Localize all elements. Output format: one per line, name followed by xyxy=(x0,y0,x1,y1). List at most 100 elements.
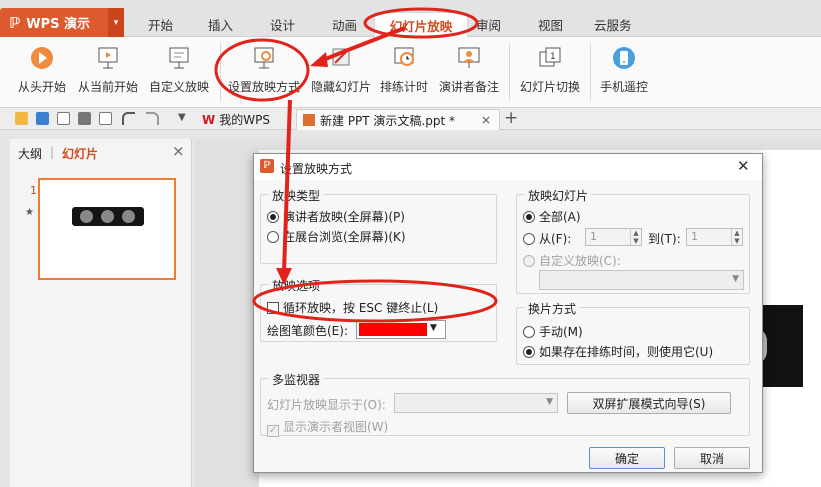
undo-icon[interactable] xyxy=(122,112,135,125)
radio-presenter-mode[interactable]: 演讲者放映(全屏幕)(P) xyxy=(267,208,405,225)
tab-review[interactable]: 审阅 xyxy=(476,15,501,34)
close-pane-icon[interactable]: × xyxy=(172,142,185,160)
custom-show-icon xyxy=(169,47,189,69)
transition-icon: 1 xyxy=(539,47,561,67)
thumbnail-shape xyxy=(72,207,144,226)
tab-cloud[interactable]: 云服务 xyxy=(594,15,632,34)
pen-color-picker[interactable]: ▼ xyxy=(356,320,446,339)
monitor-select[interactable]: ▼ xyxy=(394,393,558,413)
phone-remote-label: 手机遥控 xyxy=(600,80,649,94)
radio-slide-range-indicator xyxy=(523,233,535,245)
radio-use-timings-indicator xyxy=(523,346,535,358)
from-label: 从(F): xyxy=(539,232,572,246)
radio-all-slides-indicator xyxy=(523,211,535,223)
presenter-view-label: 显示演示者视图(W) xyxy=(283,420,389,434)
play-icon xyxy=(31,47,53,69)
radio-kiosk-mode-indicator xyxy=(267,231,279,243)
speaker-notes-button[interactable]: 演讲者备注 xyxy=(439,44,499,95)
pen-color-chevron-down-icon: ▼ xyxy=(430,323,437,333)
thumbnail-dot xyxy=(122,210,135,223)
open-icon[interactable] xyxy=(15,112,28,125)
slide-navigation-pane: 大纲 | 幻灯片 × 1 ★ xyxy=(10,139,192,487)
custom-show-button[interactable]: 自定义放映 xyxy=(149,44,209,95)
loop-checkbox-box xyxy=(267,302,279,314)
multi-monitor-group: 多监视器 幻灯片放映显示于(O): ▼ 双屏扩展模式向导(S) ✓ 显示演示者视图… xyxy=(260,371,750,437)
pen-color-label: 绘图笔颜色(E): xyxy=(267,324,348,338)
show-options-group: 放映选项 循环放映，按 ESC 键终止(L) 绘图笔颜色(E): ▼ xyxy=(260,277,497,342)
presentation-play-icon xyxy=(98,47,118,69)
radio-custom-show[interactable]: 自定义放映(C): xyxy=(523,252,621,269)
multi-monitor-title: 多监视器 xyxy=(269,371,324,388)
tab-slideshow[interactable]: 幻灯片放映 xyxy=(374,12,468,37)
hide-slide-icon xyxy=(332,48,350,66)
presenter-mode-label: 演讲者放映(全屏幕)(P) xyxy=(283,210,405,224)
radio-slide-range[interactable]: 从(F): xyxy=(523,230,571,247)
custom-show-select[interactable]: ▼ xyxy=(539,270,744,290)
monitor-select-chevron-down-icon: ▼ xyxy=(546,397,553,407)
radio-custom-show-indicator xyxy=(523,255,535,267)
show-slides-group: 放映幻灯片 全部(A) 从(F): 1 ▲ ▼ 到(T): 1 ▲ ▼ 自定义放映(C)… xyxy=(516,187,750,294)
from-current-button[interactable]: 从当前开始 xyxy=(78,44,138,95)
dual-screen-wizard-button[interactable]: 双屏扩展模式向导(S) xyxy=(567,392,731,414)
tab-insert[interactable]: 插入 xyxy=(208,15,233,34)
custom-show-label: 自定义放映 xyxy=(149,80,210,94)
radio-manual-advance[interactable]: 手动(M) xyxy=(523,323,583,340)
dialog-app-icon: ℙ xyxy=(260,159,274,173)
ppt-file-icon xyxy=(303,114,315,126)
tab-outline[interactable]: 大纲 xyxy=(18,145,42,162)
app-menu-chevron-icon[interactable]: ▾ xyxy=(108,8,124,37)
rehearse-timing-label: 排练计时 xyxy=(380,80,429,94)
tab-design[interactable]: 设计 xyxy=(270,15,295,34)
ok-button[interactable]: 确定 xyxy=(589,447,665,469)
doc-tab-presentation[interactable]: 新建 PPT 演示文稿.ppt * × xyxy=(296,109,500,130)
doc-tab-my-wps[interactable]: W 我的WPS xyxy=(196,109,276,130)
tab-slides[interactable]: 幻灯片 xyxy=(62,145,98,162)
presenter-view-checkbox-box: ✓ xyxy=(267,425,279,437)
checkbox-presenter-view[interactable]: ✓ 显示演示者视图(W) xyxy=(267,418,388,437)
speaker-notes-label: 演讲者备注 xyxy=(439,80,500,94)
print-preview-icon[interactable] xyxy=(99,112,112,125)
radio-all-slides[interactable]: 全部(A) xyxy=(523,208,581,225)
custom-show-chevron-down-icon: ▼ xyxy=(732,274,739,284)
close-doc-tab-icon[interactable]: × xyxy=(481,113,491,127)
from-spinner-arrows-icon[interactable]: ▲ ▼ xyxy=(630,229,641,245)
wps-app-button[interactable]: ℙ WPS 演示 ▾ xyxy=(0,8,124,37)
wps-w-icon: W xyxy=(202,112,216,127)
tab-animation[interactable]: 动画 xyxy=(332,15,357,34)
radio-use-timings[interactable]: 如果存在排练时间，则使用它(U) xyxy=(523,343,713,360)
from-beginning-button[interactable]: 从头开始 xyxy=(18,44,66,95)
new-tab-icon[interactable]: + xyxy=(504,108,518,128)
from-beginning-label: 从头开始 xyxy=(18,80,67,94)
advance-slides-group: 换片方式 手动(M) 如果存在排练时间，则使用它(U) xyxy=(516,300,750,365)
tab-view[interactable]: 视图 xyxy=(538,15,563,34)
phone-remote-button[interactable]: 手机遥控 xyxy=(600,44,648,95)
radio-kiosk-mode[interactable]: 在展台浏览(全屏幕)(K) xyxy=(267,228,406,245)
doc-tab-presentation-label: 新建 PPT 演示文稿.ppt * xyxy=(320,113,456,128)
to-spinner[interactable]: 1 ▲ ▼ xyxy=(686,228,743,246)
qat-chevron-down-icon[interactable]: ▼ xyxy=(178,112,186,123)
tab-home[interactable]: 开始 xyxy=(148,15,173,34)
ribbon-divider xyxy=(590,43,591,101)
hide-slide-button[interactable]: 隐藏幻灯片 xyxy=(311,44,371,95)
redo-icon[interactable] xyxy=(146,112,159,125)
from-spinner[interactable]: 1 ▲ ▼ xyxy=(585,228,642,246)
to-label: 到(T): xyxy=(648,232,681,246)
save-icon[interactable] xyxy=(36,112,49,125)
print-icon[interactable] xyxy=(78,112,91,125)
export-pdf-icon[interactable] xyxy=(57,112,70,125)
slide-transition-button[interactable]: 1 幻灯片切换 xyxy=(520,44,580,95)
cancel-button[interactable]: 取消 xyxy=(674,447,750,469)
doc-tab-my-wps-label: 我的WPS xyxy=(219,113,270,127)
to-spinner-arrows-icon[interactable]: ▲ ▼ xyxy=(731,229,742,245)
thumbnail-dot xyxy=(101,210,114,223)
dialog-close-icon[interactable]: ✕ xyxy=(737,157,750,175)
setup-show-button[interactable]: 设置放映方式 xyxy=(228,44,300,95)
checkbox-loop-show[interactable]: 循环放映，按 ESC 键终止(L) xyxy=(267,299,438,316)
dialog-titlebar: ℙ 设置放映方式 ✕ xyxy=(254,154,762,180)
slide-thumbnail[interactable] xyxy=(38,178,176,280)
ribbon-divider xyxy=(220,43,221,101)
svg-text:1: 1 xyxy=(550,52,556,62)
rehearse-timing-button[interactable]: 排练计时 xyxy=(380,44,428,95)
dialog-title: 设置放映方式 xyxy=(280,162,353,176)
pen-color-swatch xyxy=(359,323,427,336)
